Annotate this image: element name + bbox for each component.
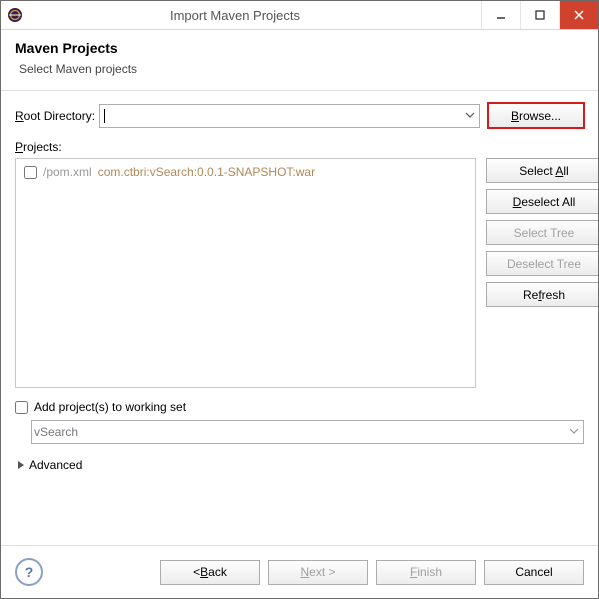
project-coordinates: com.ctbri:vSearch:0.0.1-SNAPSHOT:war [98, 165, 315, 179]
projects-label: Projects: [15, 140, 584, 154]
close-button[interactable] [559, 1, 598, 29]
text-cursor [104, 109, 105, 123]
page-subtitle: Select Maven projects [19, 62, 584, 76]
refresh-button[interactable]: Refresh [486, 282, 599, 307]
wizard-header: Maven Projects Select Maven projects [1, 30, 598, 91]
side-buttons: Select All Deselect All Select Tree Dese… [486, 158, 584, 388]
working-set-checkbox-row: Add project(s) to working set [15, 400, 584, 414]
chevron-down-icon [465, 109, 475, 121]
project-path: /pom.xml [43, 165, 92, 179]
eclipse-icon [7, 7, 23, 23]
minimize-button[interactable] [481, 1, 520, 29]
next-button: Next > [268, 560, 368, 585]
maximize-button[interactable] [520, 1, 559, 29]
dialog-window: Import Maven Projects Maven Projects Sel… [0, 0, 599, 599]
wizard-body: Root Directory: Browse... Projects: /pom… [1, 91, 598, 545]
working-set-checkbox[interactable] [15, 401, 28, 414]
root-directory-label: Root Directory: [15, 109, 95, 123]
page-title: Maven Projects [15, 40, 584, 56]
help-icon[interactable]: ? [15, 558, 43, 586]
deselect-tree-button: Deselect Tree [486, 251, 599, 276]
wizard-footer: ? < Back Next > Finish Cancel [1, 545, 598, 598]
browse-button[interactable]: Browse... [488, 103, 584, 128]
working-set-combo[interactable]: vSearch [31, 420, 584, 444]
chevron-down-icon [569, 425, 579, 437]
root-directory-row: Root Directory: Browse... [15, 103, 584, 128]
window-controls [481, 1, 598, 29]
project-checkbox[interactable] [24, 166, 37, 179]
working-set-label: Add project(s) to working set [34, 400, 186, 414]
select-all-button[interactable]: Select All [486, 158, 599, 183]
deselect-all-button[interactable]: Deselect All [486, 189, 599, 214]
advanced-toggle[interactable]: Advanced [17, 458, 584, 472]
project-item[interactable]: /pom.xml com.ctbri:vSearch:0.0.1-SNAPSHO… [24, 165, 467, 179]
titlebar: Import Maven Projects [1, 1, 598, 30]
triangle-right-icon [17, 460, 25, 470]
projects-area: /pom.xml com.ctbri:vSearch:0.0.1-SNAPSHO… [15, 158, 584, 388]
finish-button: Finish [376, 560, 476, 585]
select-tree-button: Select Tree [486, 220, 599, 245]
root-directory-input[interactable] [99, 104, 480, 128]
back-button[interactable]: < Back [160, 560, 260, 585]
window-title: Import Maven Projects [29, 8, 481, 23]
cancel-button[interactable]: Cancel [484, 560, 584, 585]
projects-list[interactable]: /pom.xml com.ctbri:vSearch:0.0.1-SNAPSHO… [15, 158, 476, 388]
